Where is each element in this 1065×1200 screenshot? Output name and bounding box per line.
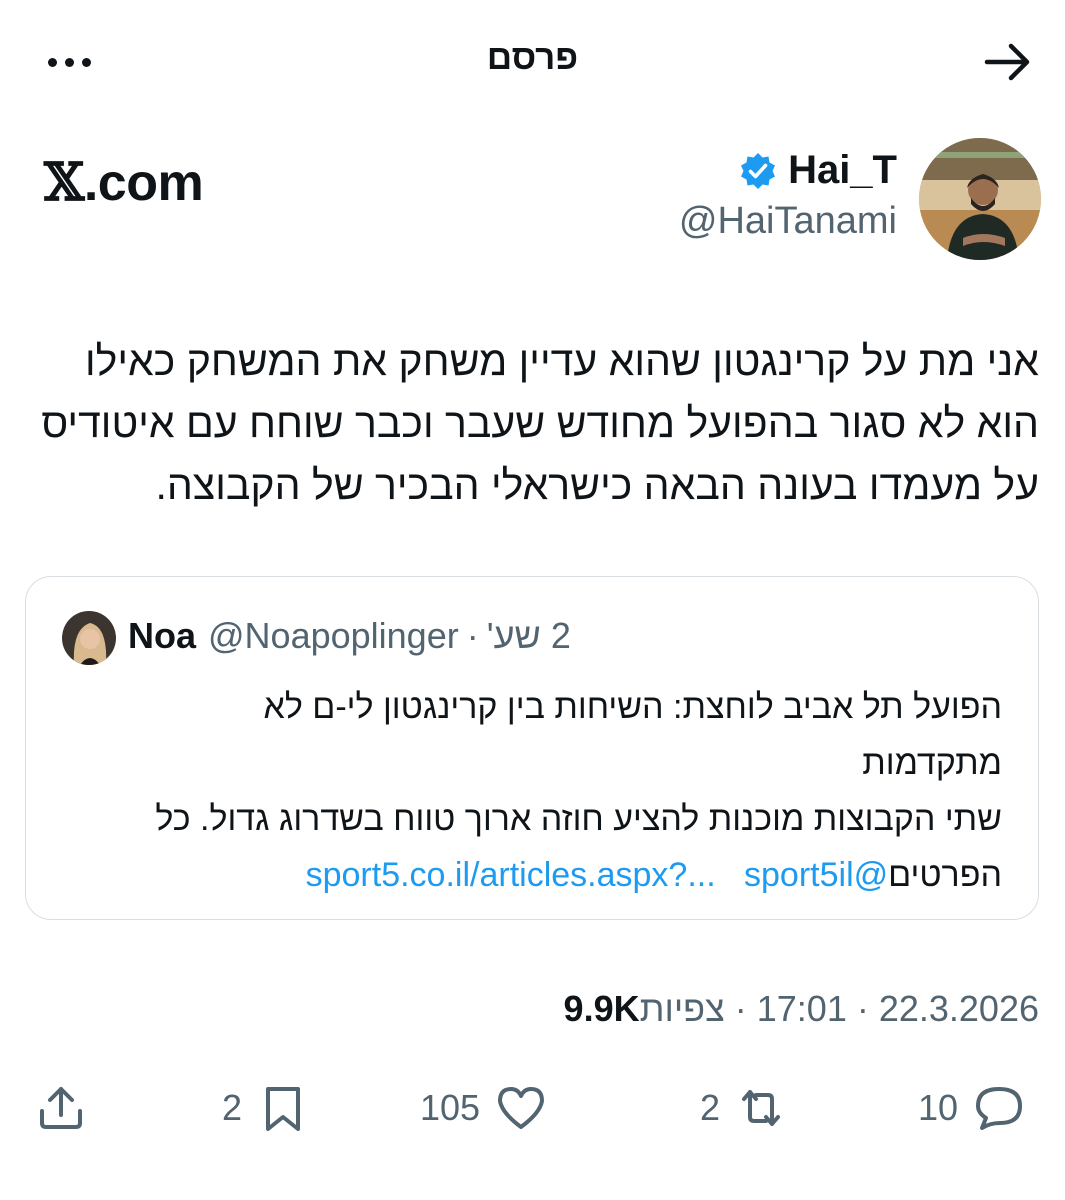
bookmark-count: 2 bbox=[222, 1087, 243, 1128]
quoted-text-line: הפועל תל אביב לוחצת: השיחות בין קרינגטון… bbox=[263, 688, 1002, 726]
bookmark-button[interactable]: 2 bbox=[222, 1080, 310, 1136]
author-handle[interactable]: @HaiTanami bbox=[679, 200, 897, 243]
quoted-text-line: שתי הקבוצות מוכנות להציע חוזה ארוך טווח … bbox=[155, 800, 1002, 838]
article-link[interactable]: sport5.co.il/articles.aspx?... bbox=[306, 856, 716, 894]
avatar-photo bbox=[919, 138, 1041, 260]
reply-button[interactable]: 10 bbox=[918, 1080, 1026, 1136]
heart-icon bbox=[498, 1087, 545, 1129]
mention-link[interactable]: @sport5il bbox=[744, 856, 888, 894]
verified-badge-icon bbox=[741, 152, 776, 189]
author-name[interactable]: Hai_T bbox=[738, 148, 897, 193]
site-logo: 𝕏.com bbox=[44, 152, 204, 213]
quoted-text-line: מתקדמות bbox=[862, 744, 1002, 782]
repost-icon bbox=[742, 1090, 781, 1126]
tweet-text-line: אני מת על קרינגטון שהוא עדיין משחק את המ… bbox=[85, 338, 1039, 384]
quoted-timestamp[interactable]: 2 שע' bbox=[487, 615, 571, 657]
quoted-avatar[interactable] bbox=[62, 611, 116, 665]
avatar[interactable] bbox=[919, 138, 1041, 260]
reply-count: 10 bbox=[918, 1087, 959, 1128]
site-logo-suffix: .com bbox=[83, 154, 204, 212]
quoted-separator: · bbox=[466, 615, 479, 656]
tweet-meta: 22.3.2026 · 17:01 · צפיות 9.9K bbox=[552, 988, 1039, 1030]
tweet-text-line: הוא לא סגור בהפועל מחודש שעבר וכבר שוחח … bbox=[41, 400, 1039, 446]
arrow-right-icon bbox=[984, 43, 1030, 81]
quoted-avatar-photo bbox=[62, 611, 116, 665]
meta-separator: · bbox=[734, 988, 747, 1029]
quoted-handle[interactable]: @Noapoplinger bbox=[208, 615, 459, 657]
tweet-text-line: על מעמדו בעונה הבאה כישראלי הבכיר של הקב… bbox=[155, 462, 1039, 508]
back-button[interactable] bbox=[983, 38, 1035, 86]
page-title: פרסם bbox=[486, 38, 579, 77]
quoted-header: Noa @Noapoplinger · 2 שע' bbox=[128, 615, 571, 657]
share-icon bbox=[40, 1087, 82, 1129]
repost-count: 2 bbox=[700, 1087, 721, 1128]
quoted-tweet-card[interactable]: Noa @Noapoplinger · 2 שע' הפועל תל אביב … bbox=[25, 576, 1039, 920]
x-logo-icon: 𝕏 bbox=[44, 152, 84, 213]
views-count: 9.9K bbox=[563, 988, 640, 1029]
tweet-text: אני מת על קרינגטון שהוא עדיין משחק את המ… bbox=[19, 330, 1039, 516]
reply-bubble-icon bbox=[976, 1087, 1023, 1130]
meta-separator: · bbox=[856, 988, 869, 1029]
quoted-text-line: הפרטים@sport5il sport5.co.il/articles.as… bbox=[62, 847, 1002, 903]
quoted-text: הפועל תל אביב לוחצת: השיחות בין קרינגטון… bbox=[62, 679, 1002, 903]
tweet-time[interactable]: 17:01 bbox=[757, 988, 847, 1030]
display-name: Hai_T bbox=[788, 148, 897, 192]
tweet-date[interactable]: 22.3.2026 bbox=[879, 988, 1039, 1030]
like-count: 105 bbox=[420, 1087, 481, 1128]
share-button[interactable] bbox=[34, 1080, 88, 1136]
quoted-text-segment: הפרטים bbox=[888, 856, 1002, 894]
repost-button[interactable]: 2 bbox=[700, 1080, 788, 1136]
bookmark-icon bbox=[266, 1087, 301, 1131]
views-label: צפיות bbox=[639, 988, 725, 1029]
like-button[interactable]: 105 bbox=[420, 1080, 548, 1136]
quoted-display-name[interactable]: Noa bbox=[128, 615, 196, 657]
